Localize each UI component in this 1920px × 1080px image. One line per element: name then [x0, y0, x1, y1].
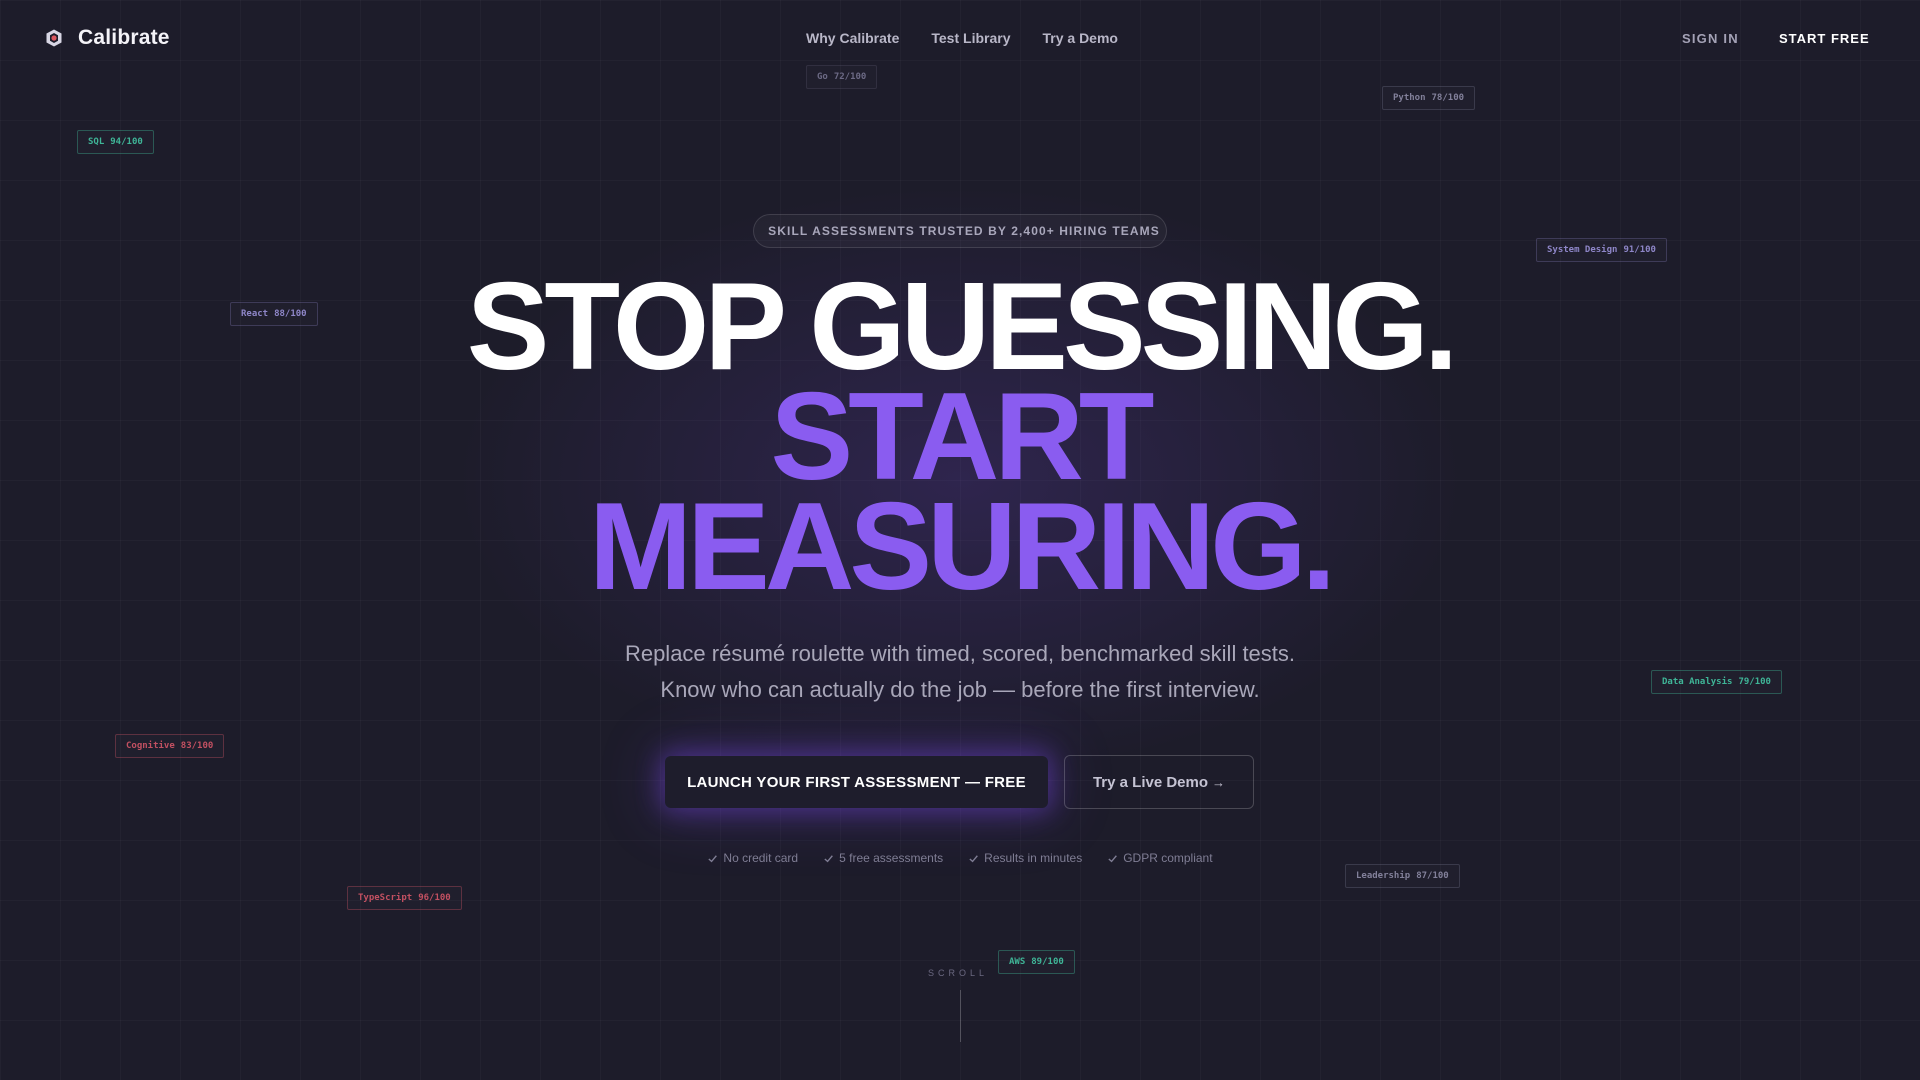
check-icon: [824, 854, 833, 862]
check-label: 5 free assessments: [839, 851, 944, 865]
top-navigation: Calibrate Why Calibrate Test Library Try…: [0, 0, 1920, 78]
skill-tag-score: 94/100: [110, 137, 143, 147]
sign-in-link[interactable]: SIGN IN: [1682, 31, 1739, 46]
check-label: No credit card: [723, 851, 799, 865]
check-icon: [969, 854, 979, 862]
skill-tag-score: 78/100: [1431, 93, 1465, 103]
skill-tag-name: TypeScript: [358, 893, 413, 903]
skill-tag-sql: SQL 94/100: [77, 130, 154, 154]
skill-tag-python: Python 78/100: [1382, 86, 1476, 110]
check-item: 5 free assessments: [823, 851, 943, 865]
skill-tag-score: 91/100: [1623, 245, 1656, 255]
check-item: Results in minutes: [968, 851, 1082, 865]
try-live-demo-label: Try a Live Demo: [1092, 773, 1209, 791]
skill-tag-name: SQL: [88, 137, 105, 147]
skill-tag-name: Go: [817, 72, 828, 82]
start-free-button[interactable]: START FREE: [1779, 31, 1870, 46]
trust-badge: SKILL ASSESSMENTS TRUSTED BY 2,400+ HIRI…: [753, 214, 1167, 248]
nav-links: Why Calibrate Test Library Try a Demo: [0, 30, 1920, 46]
scroll-indicator-line: [960, 990, 961, 1042]
skill-tag-leadership: Leadership 87/100: [1345, 864, 1460, 888]
launch-assessment-button[interactable]: LAUNCH YOUR FIRST ASSESSMENT — FREE: [665, 756, 1048, 808]
skill-tag-name: Leadership: [1356, 871, 1411, 881]
try-live-demo-button[interactable]: Try a Live Demo →: [1064, 755, 1254, 809]
nav-link-test-library[interactable]: Test Library: [931, 30, 1010, 46]
landing-page: Calibrate Why Calibrate Test Library Try…: [0, 0, 1920, 1080]
skill-tag-system-design: System Design 91/100: [1536, 238, 1667, 262]
headline-line-3: MEASURING.: [588, 478, 1336, 616]
skill-tag-aws: AWS 89/100: [998, 950, 1075, 974]
skill-tag-go: Go 72/100: [806, 65, 878, 89]
skill-tag-name: System Design: [1547, 245, 1618, 255]
check-label: Results in minutes: [984, 851, 1083, 865]
skill-tag-name: Python: [1393, 93, 1426, 103]
skill-tag-score: 96/100: [418, 893, 451, 903]
check-item: GDPR compliant: [1107, 851, 1213, 865]
nav-link-try-a-demo[interactable]: Try a Demo: [1042, 30, 1117, 46]
nav-link-why-calibrate[interactable]: Why Calibrate: [806, 30, 899, 46]
check-icon: [708, 854, 718, 862]
skill-tag-score: 89/100: [1031, 957, 1064, 967]
skill-tag-name: Cognitive: [126, 741, 175, 751]
check-icon: [1108, 854, 1118, 862]
subtitle-line-1: Replace résumé roulette with timed, scor…: [624, 641, 1296, 666]
skill-tag-score: 87/100: [1416, 871, 1449, 881]
skill-tag-cognitive: Cognitive 83/100: [115, 734, 225, 758]
check-item: No credit card: [707, 851, 798, 865]
arrow-right-icon: →: [1212, 774, 1226, 790]
skill-tag-score: 83/100: [180, 741, 214, 751]
feature-checklist: No credit card 5 free assessments Result…: [0, 851, 1920, 865]
headline-line-2: START: [770, 368, 1154, 506]
headline-line-1: STOP GUESSING.: [466, 258, 1459, 396]
scroll-indicator-label: SCROLL: [928, 968, 989, 978]
skill-tag-typescript: TypeScript 96/100: [347, 886, 462, 910]
hero-subtitle: Replace résumé roulette with timed, scor…: [0, 636, 1920, 708]
skill-tag-score: 72/100: [833, 72, 867, 82]
hero-headline: STOP GUESSING. START MEASURING.: [0, 258, 1920, 616]
check-label: GDPR compliant: [1123, 851, 1213, 865]
subtitle-line-2: Know who can actually do the job — befor…: [660, 677, 1260, 702]
skill-tag-name: AWS: [1009, 957, 1026, 967]
